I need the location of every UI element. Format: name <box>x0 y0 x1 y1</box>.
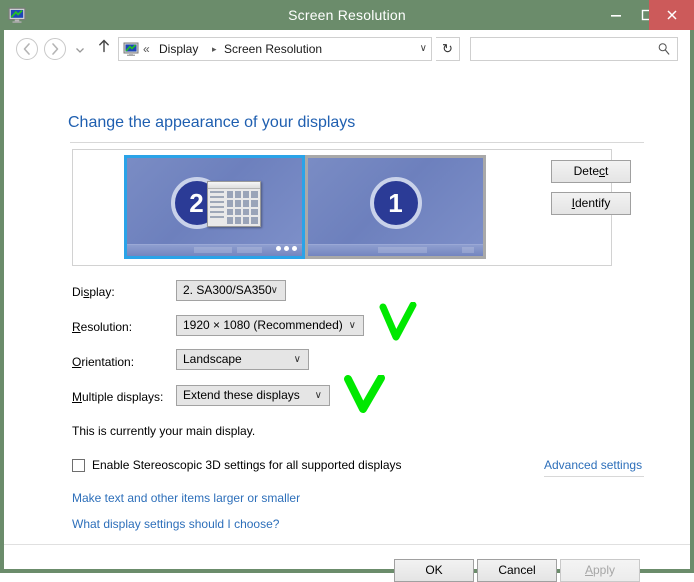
main-display-note: This is currently your main display. <box>72 424 256 438</box>
monitor-preview-1[interactable]: 1 <box>305 155 486 259</box>
chevron-down-icon: ∨ <box>348 320 356 331</box>
back-button[interactable] <box>16 38 38 60</box>
stereoscopic-3d-label: Enable Stereoscopic 3D settings for all … <box>92 458 402 472</box>
search-input[interactable] <box>475 38 659 62</box>
refresh-icon: ↻ <box>442 41 453 56</box>
multiple-label-post: ultiple displays: <box>82 390 164 404</box>
display-preview-panel: 2 1 <box>72 149 612 266</box>
resolution-label-accel: R <box>72 320 81 334</box>
window-title: Screen Resolution <box>288 7 406 23</box>
display-icon <box>8 7 26 23</box>
detect-label-post: t <box>605 164 609 178</box>
display-label-pre: Di <box>72 285 84 299</box>
multiple-displays-value: Extend these displays <box>183 388 300 402</box>
taskbar-item <box>378 247 427 253</box>
minimize-button[interactable] <box>600 0 631 30</box>
display-icon <box>123 42 139 56</box>
apply-accel: A <box>584 563 593 577</box>
taskbar-item <box>193 247 232 253</box>
page-title: Change the appearance of your displays <box>68 114 356 131</box>
detect-button[interactable]: Detect <box>551 160 631 183</box>
advanced-settings-link[interactable]: Advanced settings <box>544 457 642 473</box>
apply-button[interactable]: Apply <box>560 559 640 582</box>
detect-label-pre: Dete <box>573 164 599 178</box>
monitor-number-badge: 1 <box>369 177 422 229</box>
button-bar-divider <box>4 544 690 545</box>
address-dropdown-icon[interactable]: ∨ <box>420 38 427 60</box>
resolution-label-post: esolution: <box>80 320 133 334</box>
title-bar: Screen Resolution <box>0 0 694 30</box>
back-arrow-icon <box>23 43 30 55</box>
refresh-button[interactable]: ↻ <box>436 37 460 61</box>
breadcrumb-separator-icon[interactable]: ▸ <box>212 38 217 60</box>
resolution-label: Resolution: <box>72 317 132 338</box>
search-box[interactable] <box>470 37 678 62</box>
stereoscopic-3d-checkbox[interactable] <box>72 459 85 472</box>
resolution-combobox[interactable]: 1920 × 1080 (Recommended) ∨ <box>176 315 364 336</box>
forward-button[interactable] <box>44 38 66 60</box>
multiple-displays-label: Multiple displays: <box>72 387 163 408</box>
breadcrumb-screen-resolution[interactable]: Screen Resolution <box>224 38 322 60</box>
orientation-label: Orientation: <box>72 352 134 373</box>
taskbar-item <box>462 247 475 253</box>
orientation-label-accel: O <box>72 355 82 369</box>
ok-button[interactable]: OK <box>394 559 474 582</box>
taskbar-item <box>237 247 262 253</box>
screen-resolution-window: Screen Resolution « Display ▸ Screen Res… <box>0 0 694 582</box>
identify-button[interactable]: Identify <box>551 192 631 215</box>
up-arrow-icon <box>99 39 109 53</box>
forward-arrow-icon <box>52 43 59 55</box>
advanced-settings-divider <box>544 476 644 477</box>
display-value: 2. SA300/SA350 <box>183 283 272 297</box>
chevron-down-icon: ∨ <box>270 285 278 296</box>
orientation-value: Landscape <box>183 352 242 366</box>
orientation-combobox[interactable]: Landscape ∨ <box>176 349 309 370</box>
multiple-label-accel: M <box>72 390 82 404</box>
green-check-multiple-displays <box>344 375 385 413</box>
close-icon <box>666 10 677 20</box>
green-check-resolution <box>379 302 417 341</box>
resolution-value: 1920 × 1080 (Recommended) <box>183 318 343 332</box>
minimize-icon <box>610 15 621 17</box>
chevron-down-icon: ∨ <box>293 354 301 365</box>
up-button[interactable] <box>94 38 114 60</box>
multiple-displays-combobox[interactable]: Extend these displays ∨ <box>176 385 330 406</box>
breadcrumb-display[interactable]: Display <box>159 38 198 60</box>
display-label-post: play: <box>89 285 115 299</box>
what-settings-link[interactable]: What display settings should I choose? <box>72 517 279 531</box>
address-bar[interactable]: « Display ▸ Screen Resolution ∨ <box>118 37 432 61</box>
search-icon <box>658 43 670 55</box>
apply-label-post: pply <box>593 563 616 577</box>
window-preview-icon <box>206 181 261 227</box>
cancel-button[interactable]: Cancel <box>477 559 557 582</box>
identify-label-post: dentify <box>574 196 611 210</box>
monitor-preview-2[interactable]: 2 <box>124 155 305 259</box>
recent-locations-button[interactable] <box>72 38 88 60</box>
close-button[interactable] <box>649 0 694 30</box>
display-combobox[interactable]: 2. SA300/SA350 ∨ <box>176 280 286 301</box>
chevron-down-icon <box>76 47 84 53</box>
chevron-down-icon: ∨ <box>314 390 322 401</box>
client-area: « Display ▸ Screen Resolution ∨ ↻ Change… <box>4 30 690 582</box>
orientation-label-post: rientation: <box>81 355 135 369</box>
navigation-bar: « Display ▸ Screen Resolution ∨ ↻ <box>4 30 690 68</box>
heading-divider <box>70 142 644 143</box>
taskbar-tray-icons <box>273 240 297 254</box>
display-label: Display: <box>72 282 115 303</box>
breadcrumb-overflow[interactable]: « <box>143 38 150 60</box>
make-text-larger-link[interactable]: Make text and other items larger or smal… <box>72 491 300 505</box>
